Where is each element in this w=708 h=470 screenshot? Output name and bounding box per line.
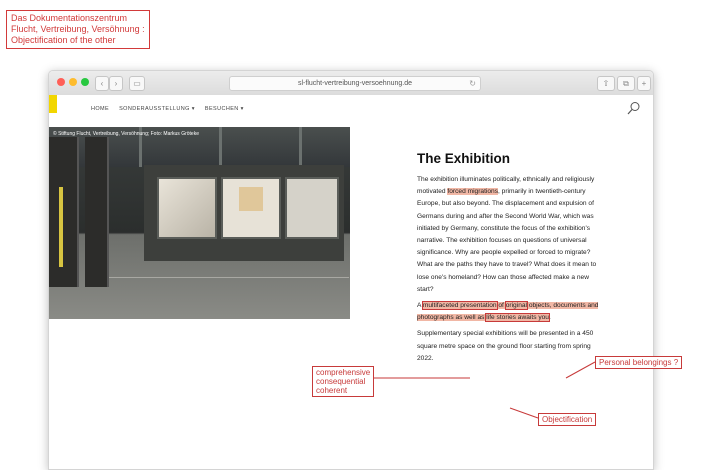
annotation-connectors <box>371 361 596 419</box>
annotation-personal-belongings: Personal belongings ? <box>595 356 683 369</box>
annotation-line: coherent <box>316 386 348 395</box>
annotation-objectification: Objectification <box>538 413 597 426</box>
connector-line <box>509 407 539 419</box>
connector-line <box>565 361 596 379</box>
annotation-left: comprehensive consequential coherent <box>312 366 375 397</box>
annotation-line: comprehensive <box>316 368 371 377</box>
annotation-line: consequential <box>316 377 366 386</box>
